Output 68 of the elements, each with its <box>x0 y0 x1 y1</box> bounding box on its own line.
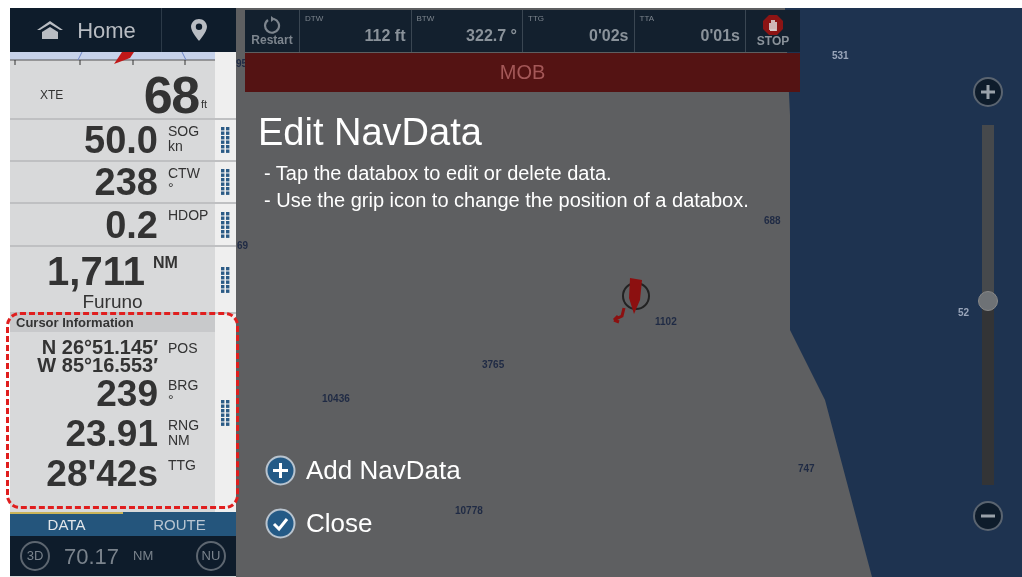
data-label: POS <box>168 339 198 358</box>
depth-sounding: 69 <box>237 239 249 253</box>
databox-unit: kn <box>168 139 184 154</box>
databox-value: 50.0 <box>83 121 158 159</box>
databox-label: XTE <box>40 87 64 104</box>
data-label: TTG <box>168 458 196 473</box>
field-label: TTG <box>528 13 544 25</box>
data-label: RNG <box>168 418 200 433</box>
minus-icon <box>981 514 995 518</box>
databox-label: CTW <box>168 166 200 181</box>
restart-button[interactable]: Restart <box>245 10 300 52</box>
dialog-action[interactable]: Close <box>265 507 373 540</box>
field-label: TTA <box>639 13 654 25</box>
range-unit: NM <box>133 547 154 566</box>
depth-sounding: 531 <box>832 49 849 63</box>
refresh-icon <box>263 15 281 34</box>
data-label: BRG <box>168 378 199 393</box>
field-value: 0'01s <box>700 26 740 46</box>
stop-hand-icon <box>763 14 783 35</box>
field-value: 0'02s <box>589 26 629 46</box>
field-value: 322.7 ° <box>466 26 517 46</box>
dialog-action[interactable]: Add NavData <box>265 454 461 487</box>
dialog-title: Edit NavData <box>258 110 482 155</box>
depth-sounding: 747 <box>798 462 815 476</box>
data-value: 23.91 <box>64 414 158 454</box>
plus-icon <box>981 85 995 99</box>
checkmark-icon <box>265 508 296 539</box>
depth-sounding: 688 <box>764 214 781 228</box>
position-value: N 26°51.145′ <box>41 338 158 356</box>
data-unit: ° <box>168 393 175 408</box>
tab[interactable]: ROUTE <box>123 512 236 536</box>
instruction-text: - Tap the databox to edit or delete data. <box>264 161 613 186</box>
databox-unit: NM <box>153 253 178 273</box>
databox-value: 0.2 <box>104 205 158 244</box>
depth-sounding: 10436 <box>322 392 350 406</box>
field-label: DTW <box>305 13 324 25</box>
databox-value: 1,711 <box>47 251 145 291</box>
plus-icon <box>265 455 296 486</box>
grip-icon[interactable] <box>221 266 230 293</box>
grip-icon[interactable] <box>221 127 230 153</box>
data-unit: NM <box>168 433 191 448</box>
depth-sounding: 10778 <box>455 504 483 518</box>
depth-sounding: 52 <box>958 306 970 320</box>
databox-label: SOG <box>168 124 200 139</box>
grip-icon[interactable] <box>221 169 230 195</box>
databox-value: 68 <box>143 69 199 121</box>
field-value: 112 ft <box>364 26 406 46</box>
range-value: 70.17 <box>64 542 120 571</box>
map-pin-icon <box>191 19 207 41</box>
depth-sounding: 3765 <box>482 358 505 372</box>
section-title: Cursor Information <box>10 314 215 332</box>
instruction-text: - Use the grip icon to change the position of a databox. <box>264 188 749 213</box>
field-label: BTW <box>416 13 435 25</box>
depth-sounding: 1102 <box>655 315 677 329</box>
databox-value: 238 <box>93 163 158 201</box>
data-value: 239 <box>95 374 158 414</box>
databox-unit: ° <box>168 181 175 196</box>
databox-caption: Furuno <box>82 291 143 313</box>
stop-button[interactable]: STOP <box>745 10 800 52</box>
grip-icon[interactable] <box>221 211 230 238</box>
databox-label: HDOP <box>168 208 209 223</box>
view-mode-button[interactable]: 3D <box>20 541 50 571</box>
position-value: W 85°16.553′ <box>37 356 158 374</box>
orientation-button[interactable]: NU <box>196 541 226 571</box>
grip-icon[interactable] <box>221 400 230 426</box>
databox-unit: ft <box>200 96 207 112</box>
data-value: 28'42s <box>45 454 158 494</box>
mob-banner[interactable]: MOB <box>245 53 800 92</box>
